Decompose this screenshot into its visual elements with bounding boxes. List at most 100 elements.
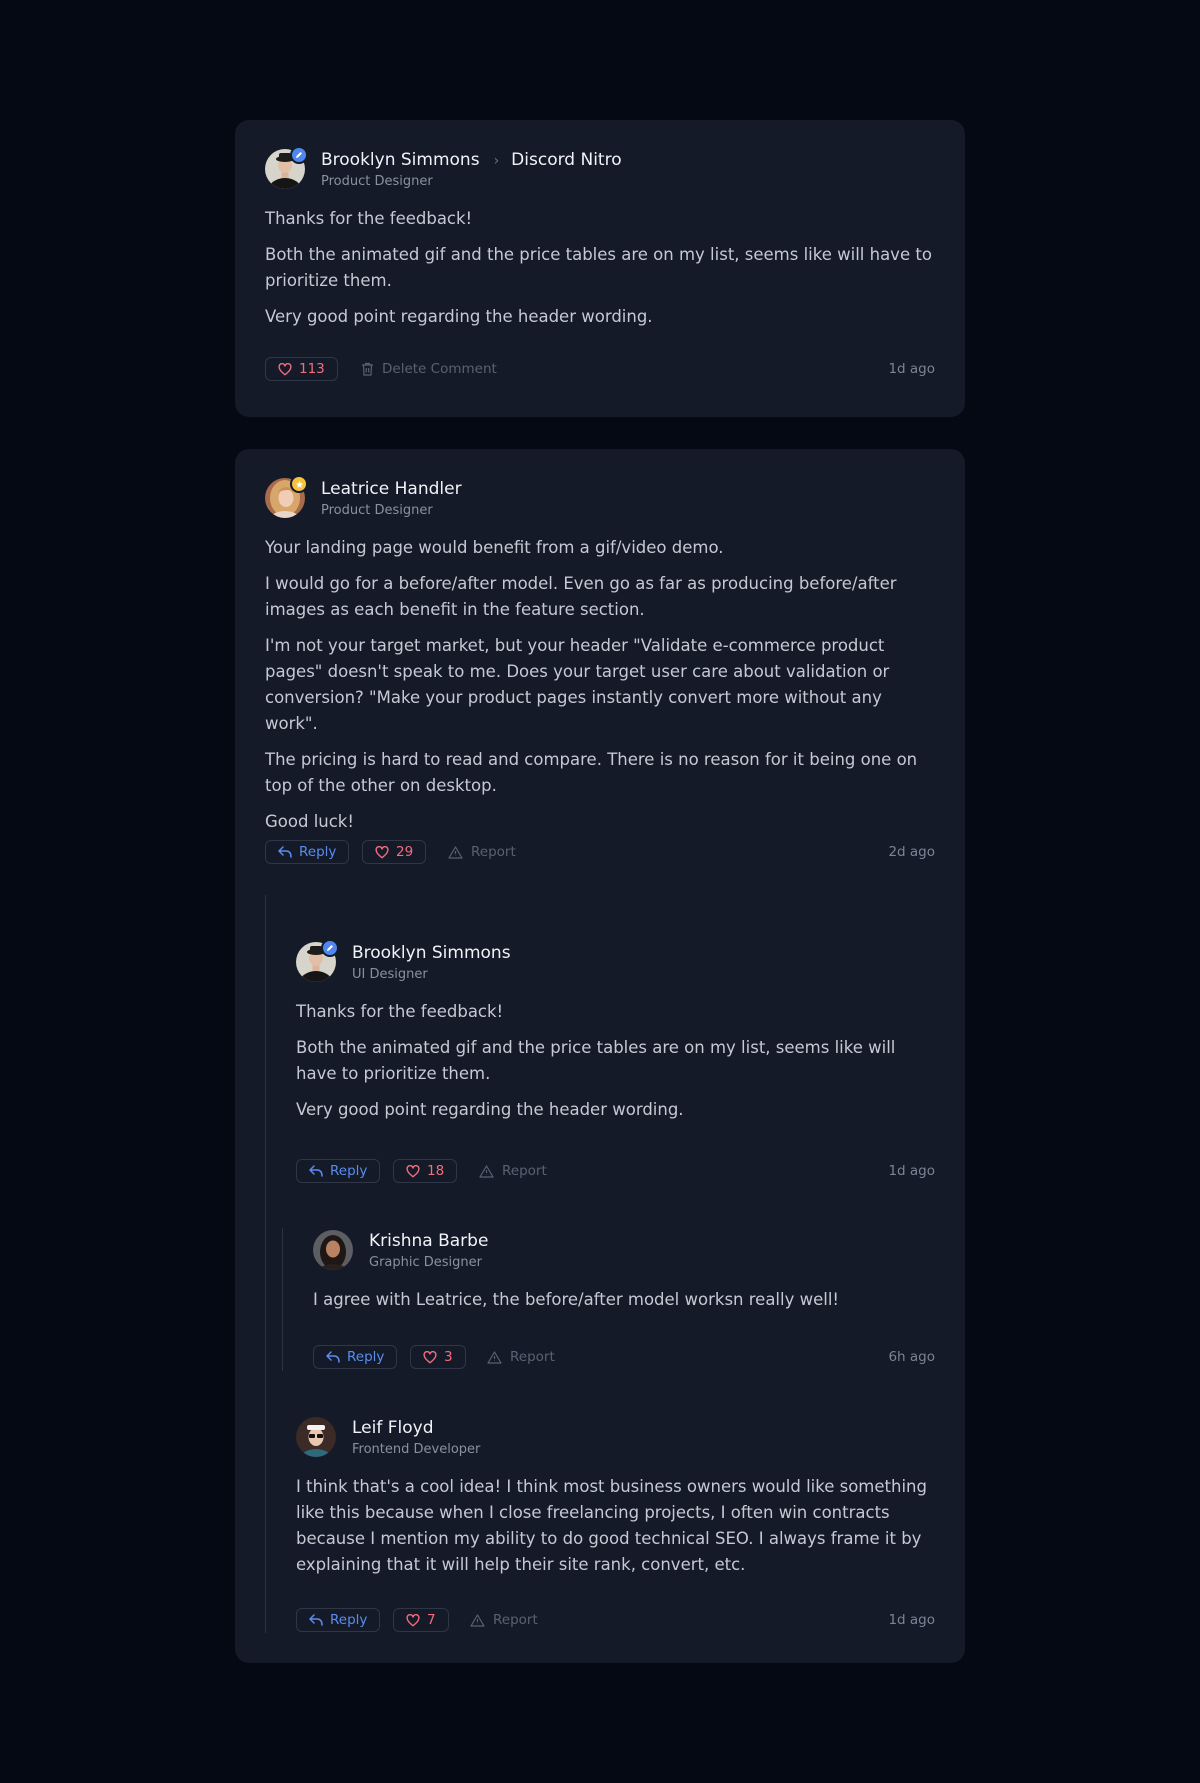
comment-header: Brooklyn Simmons UI Designer	[296, 939, 935, 986]
report-label: Report	[471, 844, 516, 860]
comment-paragraph: I would go for a before/after model. Eve…	[265, 574, 897, 619]
like-count: 113	[299, 361, 325, 377]
warning-icon	[479, 1164, 494, 1178]
comment-header: Krishna Barbe Graphic Designer	[313, 1230, 935, 1274]
reply-icon	[278, 846, 292, 858]
comment-paragraph: Thanks for the feedback!	[296, 1002, 504, 1021]
delete-comment-label: Delete Comment	[382, 361, 497, 377]
author-name[interactable]: Leif Floyd	[352, 1418, 434, 1438]
comment-actions: Reply 29 Report 2d ago	[265, 840, 935, 866]
comment-paragraph: Both the animated gif and the price tabl…	[296, 1038, 896, 1083]
pen-icon	[321, 939, 339, 957]
comment-body: Thanks for the feedback! Both the animat…	[296, 999, 935, 1133]
report-button[interactable]: Report	[479, 1159, 547, 1183]
delete-comment-button[interactable]: Delete Comment	[361, 357, 497, 381]
report-label: Report	[510, 1349, 555, 1365]
comment-time: 2d ago	[888, 844, 935, 860]
reply-button[interactable]: Reply	[296, 1159, 381, 1183]
comment-body: Your landing page would benefit from a g…	[265, 535, 935, 845]
reply-button[interactable]: Reply	[265, 840, 350, 864]
comment-paragraph: I agree with Leatrice, the before/after …	[313, 1290, 840, 1309]
reply-icon	[309, 1614, 323, 1626]
comment-card: Brooklyn Simmons › Discord Nitro Product D…	[235, 120, 965, 417]
target-name[interactable]: Discord Nitro	[511, 150, 621, 170]
comment-paragraph: Good luck!	[265, 812, 354, 831]
chevron-right-icon: ›	[493, 153, 500, 169]
report-label: Report	[502, 1163, 547, 1179]
comment-paragraph: Very good point regarding the header wor…	[265, 307, 653, 326]
author-role: Product Designer	[321, 174, 433, 189]
trash-icon	[362, 362, 373, 376]
author-role: Product Designer	[321, 503, 433, 518]
author-name[interactable]: Brooklyn Simmons	[321, 150, 480, 170]
author-role: Frontend Developer	[352, 1442, 481, 1457]
warning-icon	[448, 845, 463, 859]
reply-label: Reply	[330, 1163, 368, 1179]
comment-body: I agree with Leatrice, the before/after …	[313, 1287, 935, 1323]
like-button[interactable]: 29	[362, 840, 427, 864]
reply-label: Reply	[299, 844, 337, 860]
comment-paragraph: Very good point regarding the header wor…	[296, 1100, 684, 1119]
like-count: 29	[396, 844, 414, 860]
thread-line	[265, 895, 266, 1633]
comment-paragraph: The pricing is hard to read and compare.…	[265, 750, 918, 795]
comment-paragraph: Both the animated gif and the price tabl…	[265, 245, 932, 290]
thread-line	[282, 1228, 283, 1371]
comment-header: Leatrice Handler Product Designer	[265, 475, 935, 522]
reply-label: Reply	[347, 1349, 385, 1365]
heart-icon	[423, 1350, 437, 1363]
report-button[interactable]: Report	[487, 1345, 555, 1369]
comment-actions: Reply 18 Report 1d ago	[296, 1159, 935, 1185]
star-icon	[290, 475, 308, 493]
heart-icon	[375, 845, 389, 858]
avatar[interactable]	[265, 146, 308, 189]
like-button[interactable]: 7	[393, 1608, 449, 1632]
avatar[interactable]	[265, 475, 308, 518]
comment-paragraph: Thanks for the feedback!	[265, 209, 473, 228]
comment-time: 1d ago	[888, 1163, 935, 1179]
warning-icon	[470, 1613, 485, 1627]
report-button[interactable]: Report	[470, 1608, 538, 1632]
reply-button[interactable]: Reply	[296, 1608, 381, 1632]
author-line: Brooklyn Simmons › Discord Nitro	[321, 150, 622, 170]
heart-icon	[278, 362, 292, 375]
comment-time: 6h ago	[888, 1349, 935, 1365]
heart-icon	[406, 1164, 420, 1177]
author-role: Graphic Designer	[369, 1255, 482, 1270]
author-name[interactable]: Krishna Barbe	[369, 1231, 488, 1251]
reply-icon	[309, 1165, 323, 1177]
like-button[interactable]: 18	[393, 1159, 458, 1183]
author-name[interactable]: Brooklyn Simmons	[352, 943, 511, 963]
reply-icon	[326, 1351, 340, 1363]
author-role: UI Designer	[352, 967, 428, 982]
report-label: Report	[493, 1612, 538, 1628]
author-name[interactable]: Leatrice Handler	[321, 479, 462, 499]
like-count: 18	[427, 1163, 445, 1179]
comment-body: I think that's a cool idea! I think most…	[296, 1474, 935, 1588]
comment-paragraph: I think that's a cool idea! I think most…	[296, 1477, 927, 1574]
comment-time: 1d ago	[888, 361, 935, 377]
comment-actions: 113 Delete Comment 1d ago	[265, 357, 935, 383]
heart-icon	[406, 1613, 420, 1626]
comment-card: Leatrice Handler Product Designer Your l…	[235, 449, 965, 1663]
like-button[interactable]: 113	[265, 357, 338, 381]
report-button[interactable]: Report	[448, 840, 516, 864]
comment-header: Leif Floyd Frontend Developer	[296, 1417, 935, 1461]
like-button[interactable]: 3	[410, 1345, 466, 1369]
comment-time: 1d ago	[888, 1612, 935, 1628]
comment-paragraph: Your landing page would benefit from a g…	[265, 538, 724, 557]
avatar[interactable]	[296, 939, 339, 982]
comment-actions: Reply 7 Report 1d ago	[296, 1608, 935, 1634]
reply-button[interactable]: Reply	[313, 1345, 398, 1369]
pen-icon	[290, 146, 308, 164]
avatar[interactable]	[296, 1417, 336, 1457]
like-count: 3	[444, 1349, 453, 1365]
comment-body: Thanks for the feedback! Both the animat…	[265, 206, 935, 340]
comment-header: Brooklyn Simmons › Discord Nitro Product D…	[265, 146, 935, 193]
like-count: 7	[427, 1612, 436, 1628]
comment-actions: Reply 3 Report 6h ago	[313, 1345, 935, 1371]
warning-icon	[487, 1350, 502, 1364]
comment-paragraph: I'm not your target market, but your hea…	[265, 636, 890, 733]
avatar[interactable]	[313, 1230, 353, 1270]
reply-label: Reply	[330, 1612, 368, 1628]
